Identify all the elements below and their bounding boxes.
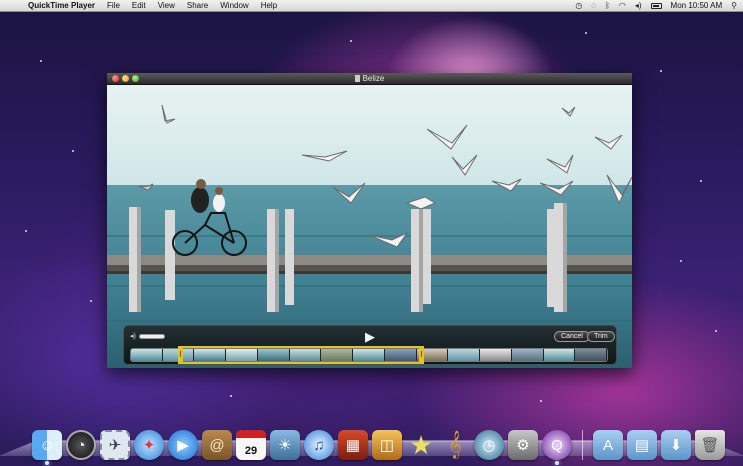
mail-stamp-icon[interactable]: ✈ bbox=[100, 430, 130, 460]
speaker-icon: ◂) bbox=[130, 333, 136, 340]
volume-control[interactable]: ◂) bbox=[130, 332, 165, 340]
trim-button[interactable]: Trim bbox=[587, 331, 615, 342]
document-icon bbox=[354, 75, 360, 82]
wifi-icon[interactable]: ◠ bbox=[619, 0, 626, 12]
play-button[interactable]: ▶ bbox=[363, 330, 377, 344]
battery-icon[interactable] bbox=[650, 2, 662, 9]
spotlight-search-icon[interactable]: ⚲ bbox=[731, 0, 737, 12]
time-machine-icon[interactable]: ◷ bbox=[575, 0, 582, 12]
trim-selection[interactable] bbox=[178, 346, 424, 364]
menu-share[interactable]: Share bbox=[181, 0, 214, 12]
filmstrip-frame bbox=[543, 349, 576, 361]
documents-folder-icon[interactable]: ▤ bbox=[627, 430, 657, 460]
filmstrip-frame bbox=[480, 349, 512, 361]
dock: ☺ ◔ ✈ ✦ ▶ @ 29 ☀ ♫ ▦ ◫ ★ 𝄞 ◷ ⚙ Q A ▤ ⬇ 🗑 bbox=[32, 424, 725, 465]
cancel-button[interactable]: Cancel bbox=[554, 331, 590, 342]
dock-separator bbox=[582, 430, 583, 460]
sync-icon[interactable]: ◌ bbox=[591, 0, 596, 12]
applications-folder-icon[interactable]: A bbox=[593, 430, 623, 460]
video-frame[interactable]: ◂) ▶ Cancel Trim bbox=[107, 85, 632, 368]
trim-controls: ◂) ▶ Cancel Trim bbox=[123, 325, 617, 365]
filmstrip-frame bbox=[575, 349, 607, 361]
quicktime-icon[interactable]: Q bbox=[542, 430, 572, 465]
address-book-icon[interactable]: @ bbox=[202, 430, 232, 460]
filmstrip-frame bbox=[131, 349, 163, 361]
ical-icon[interactable]: 29 bbox=[236, 430, 266, 460]
clock[interactable]: Mon 10:50 AM bbox=[671, 1, 723, 10]
menu-view[interactable]: View bbox=[152, 0, 181, 12]
safari-icon[interactable]: ✦ bbox=[134, 430, 164, 460]
preview-icon[interactable]: ◫ bbox=[372, 430, 402, 460]
bluetooth-icon[interactable]: ᛒ bbox=[605, 0, 610, 12]
garageband-icon[interactable]: 𝄞 bbox=[440, 430, 470, 460]
volume-slider[interactable] bbox=[138, 333, 165, 339]
dashboard-icon[interactable]: ◔ bbox=[66, 430, 96, 460]
window-titlebar[interactable]: Belize bbox=[107, 73, 632, 85]
menu-file[interactable]: File bbox=[101, 0, 126, 12]
filmstrip-frame bbox=[448, 349, 481, 361]
time-machine-icon[interactable]: ◷ bbox=[474, 430, 504, 460]
system-preferences-icon[interactable]: ⚙ bbox=[508, 430, 538, 460]
trim-end-handle[interactable] bbox=[419, 346, 424, 364]
ichat-icon[interactable]: ▶ bbox=[168, 430, 198, 460]
itunes-icon[interactable]: ♫ bbox=[304, 430, 334, 460]
window-title-area: Belize bbox=[107, 73, 632, 85]
running-indicator bbox=[555, 461, 559, 465]
finder-icon[interactable]: ☺ bbox=[32, 430, 62, 465]
filmstrip-frame bbox=[511, 349, 544, 361]
window-title: Belize bbox=[362, 74, 385, 83]
trim-start-handle[interactable] bbox=[178, 346, 183, 364]
iphoto-icon[interactable]: ☀ bbox=[270, 430, 300, 460]
downloads-folder-icon[interactable]: ⬇ bbox=[661, 430, 691, 460]
imovie-icon[interactable]: ▦ bbox=[338, 430, 368, 460]
menu-bar: QuickTime Player File Edit View Share Wi… bbox=[0, 0, 743, 12]
ical-day: 29 bbox=[244, 445, 258, 457]
quicktime-player-window: Belize ◂) ▶ Cancel Trim bbox=[107, 73, 632, 368]
menu-edit[interactable]: Edit bbox=[126, 0, 152, 12]
ical-header bbox=[236, 430, 266, 438]
menu-help[interactable]: Help bbox=[255, 0, 283, 12]
running-indicator bbox=[45, 461, 49, 465]
app-menu[interactable]: QuickTime Player bbox=[22, 0, 101, 12]
trash-icon[interactable]: 🗑 bbox=[695, 430, 725, 460]
menu-window[interactable]: Window bbox=[214, 0, 254, 12]
volume-icon[interactable]: ◂) bbox=[635, 0, 642, 12]
imovie-star-icon[interactable]: ★ bbox=[406, 430, 436, 460]
